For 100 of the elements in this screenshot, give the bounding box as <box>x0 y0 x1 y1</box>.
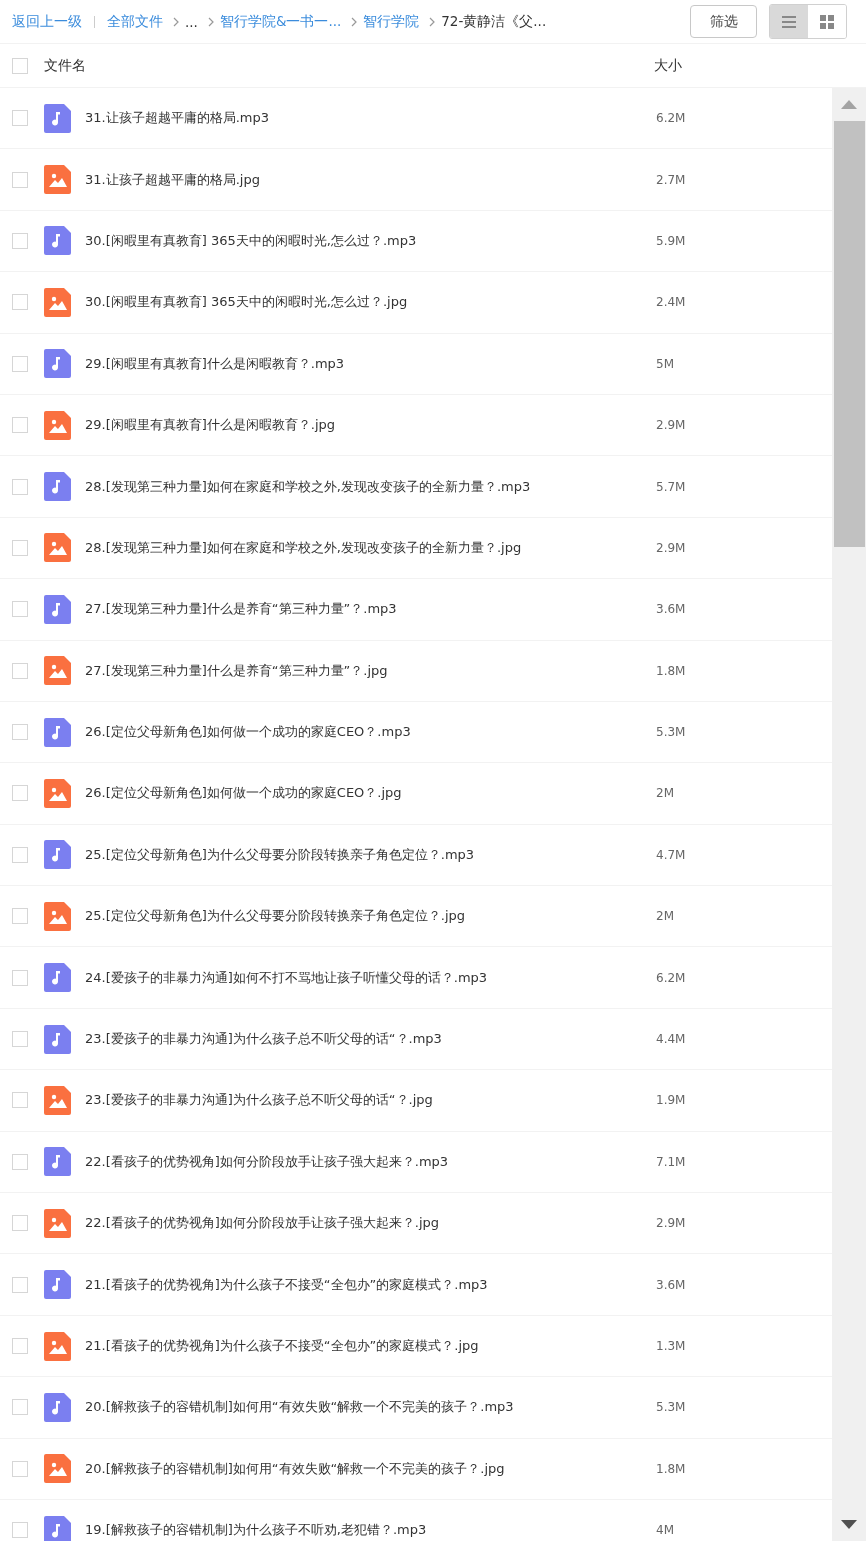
row-checkbox[interactable] <box>12 110 28 127</box>
file-size: 2.9M <box>656 540 686 555</box>
file-name[interactable]: 25.[定位父母新角色]为什么父母要分阶段转换亲子角色定位？.mp3 <box>85 845 656 864</box>
image-file-icon <box>44 1454 71 1484</box>
chevron-icon <box>429 16 436 27</box>
file-size: 5.3M <box>656 725 686 740</box>
row-checkbox[interactable] <box>12 1276 28 1293</box>
image-file-icon <box>44 1085 71 1115</box>
file-name[interactable]: 19.[解救孩子的容错机制]为什么孩子不听劝,老犯错？.mp3 <box>85 1521 656 1540</box>
image-file-icon <box>44 779 71 808</box>
row-checkbox[interactable] <box>12 171 28 188</box>
music-file-icon <box>44 840 71 870</box>
row-checkbox[interactable] <box>12 1399 28 1416</box>
file-name[interactable]: 31.让孩子超越平庸的格局.jpg <box>85 170 656 189</box>
music-file-icon <box>44 594 71 624</box>
file-size: 4.4M <box>656 1032 686 1047</box>
file-name[interactable]: 28.[发现第三种力量]如何在家庭和学校之外,发现改变孩子的全新力量？.jpg <box>85 538 656 557</box>
row-checkbox[interactable] <box>12 1338 28 1354</box>
image-file-icon <box>44 1331 71 1361</box>
row-checkbox[interactable] <box>12 539 28 556</box>
select-all-checkbox[interactable] <box>12 57 28 74</box>
row-checkbox[interactable] <box>12 969 28 986</box>
file-name[interactable]: 24.[爱孩子的非暴力沟通]如何不打不骂地让孩子听懂父母的话？.mp3 <box>85 968 656 987</box>
file-size: 5.9M <box>656 233 686 248</box>
image-file-icon <box>44 287 71 317</box>
row-checkbox[interactable] <box>12 662 28 679</box>
file-name[interactable]: 21.[看孩子的优势视角]为什么孩子不接受“全包办”的家庭模式？.jpg <box>85 1337 656 1355</box>
breadcrumb-link[interactable]: 智行学院&一书一... <box>219 12 342 31</box>
row-checkbox[interactable] <box>12 724 28 741</box>
file-size: 2.7M <box>656 172 686 187</box>
row-checkbox[interactable] <box>12 601 28 618</box>
file-size: 5.7M <box>656 479 686 494</box>
file-size: 1.9M <box>656 1093 686 1108</box>
music-file-icon <box>44 1392 71 1422</box>
file-size: 1.3M <box>656 1339 686 1353</box>
file-name[interactable]: 20.[解救孩子的容错机制]如何用“有效失败“解救一个不完美的孩子？.mp3 <box>85 1398 656 1417</box>
file-size: 5M <box>656 356 674 371</box>
filter-button[interactable]: 筛选 <box>690 5 757 38</box>
file-name[interactable]: 26.[定位父母新角色]如何做一个成功的家庭CEO？.mp3 <box>85 723 656 742</box>
music-file-icon <box>44 1270 71 1300</box>
file-size: 2.4M <box>656 295 686 310</box>
row-checkbox[interactable] <box>12 294 28 311</box>
column-header[interactable]: 大小 <box>654 56 682 75</box>
row-checkbox[interactable] <box>12 355 28 372</box>
image-file-icon <box>44 1208 71 1238</box>
row-checkbox[interactable] <box>12 1522 28 1539</box>
file-name[interactable]: 28.[发现第三种力量]如何在家庭和学校之外,发现改变孩子的全新力量？.mp3 <box>85 477 656 496</box>
file-size: 2M <box>656 909 674 924</box>
music-file-icon <box>44 963 71 993</box>
music-file-icon <box>44 349 71 379</box>
file-name[interactable]: 26.[定位父母新角色]如何做一个成功的家庭CEO？.jpg <box>85 784 656 803</box>
music-file-icon <box>44 717 71 747</box>
file-name[interactable]: 30.[闲暇里有真教育] 365天中的闲暇时光,怎么过？.mp3 <box>85 231 656 250</box>
file-name[interactable]: 23.[爱孩子的非暴力沟通]为什么孩子总不听父母的话“？.jpg <box>85 1091 656 1110</box>
row-checkbox[interactable] <box>12 785 28 802</box>
row-checkbox[interactable] <box>12 1031 28 1048</box>
file-name[interactable]: 27.[发现第三种力量]什么是养育“第三种力量”？.mp3 <box>85 600 656 619</box>
row-checkbox[interactable] <box>12 478 28 495</box>
file-name[interactable]: 25.[定位父母新角色]为什么父母要分阶段转换亲子角色定位？.jpg <box>85 907 656 926</box>
list-icon <box>782 15 796 28</box>
image-file-icon <box>44 656 71 686</box>
file-name[interactable]: 31.让孩子超越平庸的格局.mp3 <box>85 109 656 128</box>
row-checkbox[interactable] <box>12 1092 28 1109</box>
file-size: 1.8M <box>656 1461 686 1476</box>
file-name[interactable]: 20.[解救孩子的容错机制]如何用“有效失败“解救一个不完美的孩子？.jpg <box>85 1459 656 1478</box>
row-checkbox[interactable] <box>12 1153 28 1170</box>
file-name[interactable]: 29.[闲暇里有真教育]什么是闲暇教育？.jpg <box>85 416 656 435</box>
file-name[interactable]: 29.[闲暇里有真教育]什么是闲暇教育？.mp3 <box>85 354 656 373</box>
music-file-icon <box>44 226 71 256</box>
row-checkbox[interactable] <box>12 1460 28 1477</box>
file-name[interactable]: 22.[看孩子的优势视角]如何分阶段放手让孩子强大起来？.jpg <box>85 1214 656 1233</box>
scrollbar-thumb[interactable] <box>833 121 865 547</box>
file-size: 4.7M <box>656 847 686 862</box>
back-link[interactable]: 返回上一级 <box>12 12 82 31</box>
breadcrumb-link[interactable]: 智行学院 <box>363 12 420 31</box>
scroll-up-icon[interactable] <box>841 100 857 109</box>
file-name[interactable]: 22.[看孩子的优势视角]如何分阶段放手让孩子强大起来？.mp3 <box>85 1152 656 1171</box>
row-checkbox[interactable] <box>12 232 28 249</box>
file-size: 3.6M <box>656 1277 686 1292</box>
file-size: 4M <box>656 1523 674 1538</box>
row-checkbox[interactable] <box>12 1215 28 1232</box>
row-checkbox[interactable] <box>12 846 28 863</box>
file-name[interactable]: 27.[发现第三种力量]什么是养育“第三种力量”？.jpg <box>85 661 656 680</box>
list-view-button[interactable] <box>770 5 808 38</box>
image-file-icon <box>44 533 71 563</box>
scrollbar[interactable] <box>832 88 866 1541</box>
file-name[interactable]: 30.[闲暇里有真教育] 365天中的闲暇时光,怎么过？.jpg <box>85 293 656 312</box>
column-header[interactable]: 文件名 <box>44 56 654 75</box>
file-name[interactable]: 21.[看孩子的优势视角]为什么孩子不接受“全包办”的家庭模式？.mp3 <box>85 1275 656 1294</box>
chevron-icon <box>351 16 358 27</box>
row-checkbox[interactable] <box>12 908 28 925</box>
breadcrumb-link[interactable]: 全部文件 <box>107 12 163 31</box>
scroll-down-icon[interactable] <box>841 1520 857 1529</box>
grid-icon <box>820 14 834 29</box>
chevron-icon <box>207 16 214 27</box>
row-checkbox[interactable] <box>12 417 28 434</box>
file-size: 2.9M <box>656 1216 686 1231</box>
file-name[interactable]: 23.[爱孩子的非暴力沟通]为什么孩子总不听父母的话“？.mp3 <box>85 1030 656 1049</box>
file-size: 6.2M <box>656 111 686 126</box>
file-size: 7.1M <box>656 1154 686 1169</box>
